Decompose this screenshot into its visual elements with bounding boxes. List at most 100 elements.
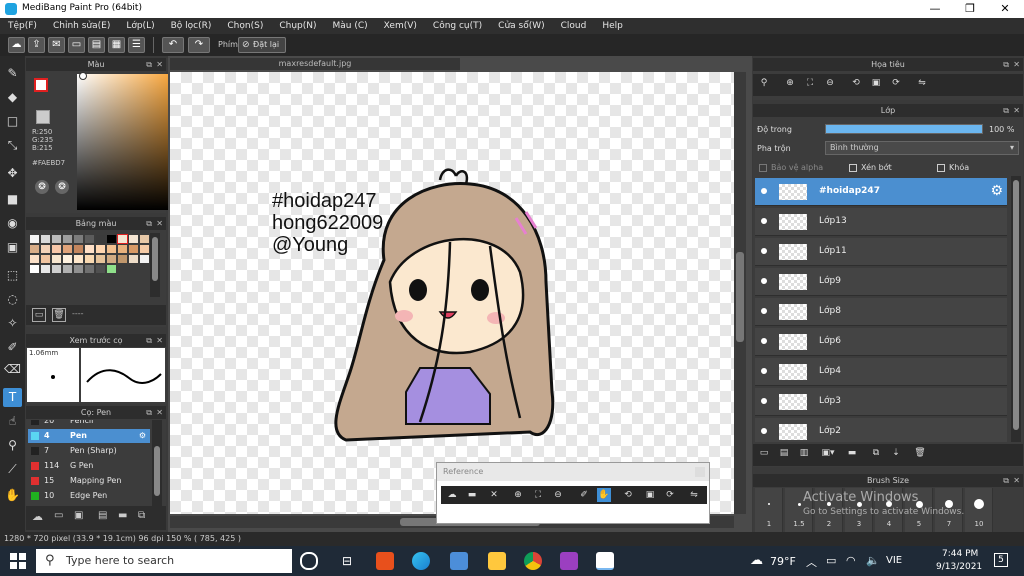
share-icon[interactable]: ⇪ — [28, 37, 45, 53]
brush-list-item[interactable]: 20 Pencil — [28, 420, 150, 428]
duplicate-icon[interactable]: ⧉ — [138, 510, 145, 521]
zoom-out-icon[interactable]: ⊖ — [551, 488, 565, 502]
comment-icon[interactable]: ✉ — [48, 37, 65, 53]
flip-icon[interactable]: ⇋ — [915, 76, 929, 90]
fit-icon[interactable]: ⛶ — [531, 488, 545, 502]
palette-icon[interactable]: ❂ — [35, 180, 49, 194]
sv-picker-handle[interactable] — [79, 72, 87, 80]
grid-icon[interactable]: ▦ — [108, 37, 125, 53]
palette-swatch[interactable] — [140, 255, 149, 263]
move-tool-icon[interactable]: ✥ — [3, 164, 22, 183]
cloud-icon[interactable]: ☁ — [8, 37, 25, 53]
dot-tool-icon[interactable]: □ — [3, 112, 22, 131]
palette-swatch[interactable] — [107, 245, 116, 253]
eyedropper-tool-icon[interactable]: ⚲ — [3, 436, 22, 455]
menu-view[interactable]: Xem(V) — [376, 18, 425, 34]
eye-icon[interactable] — [761, 338, 767, 344]
palette-swatch[interactable] — [74, 255, 83, 263]
expand-icon[interactable]: ⧉ — [146, 58, 152, 71]
palette-swatch[interactable] — [118, 255, 127, 263]
gradient-tool-icon[interactable]: ▣ — [3, 238, 22, 257]
chevron-up-icon[interactable]: ︿ — [806, 554, 817, 570]
select-tool-icon[interactable]: ⬚ — [3, 266, 22, 285]
folder-icon[interactable]: ▬ — [845, 446, 859, 460]
palette-swatch[interactable] — [85, 245, 94, 253]
volume-icon[interactable]: 🔈 — [866, 554, 880, 567]
scrollbar-thumb[interactable] — [152, 237, 158, 281]
gear-icon[interactable]: ⚙ — [139, 429, 146, 443]
menu-tools[interactable]: Công cụ(T) — [425, 18, 490, 34]
eye-icon[interactable] — [761, 278, 767, 284]
palette-swatch[interactable] — [74, 265, 83, 273]
network-icon[interactable]: ▭ — [826, 554, 836, 567]
palette-swatch[interactable] — [41, 255, 50, 263]
palette-swatch[interactable] — [85, 235, 94, 243]
close-panel-icon[interactable]: ✕ — [1013, 104, 1020, 117]
eye-icon[interactable] — [761, 218, 767, 224]
palette-swatch[interactable] — [52, 245, 61, 253]
palette-swatch[interactable] — [96, 235, 105, 243]
palette-swatch[interactable] — [52, 255, 61, 263]
brush-list-item[interactable]: 10 Edge Pen — [28, 489, 150, 503]
reset-view-icon[interactable]: ▣ — [643, 488, 657, 502]
store-icon[interactable] — [450, 552, 468, 570]
undo-icon[interactable]: ↶ — [162, 37, 184, 53]
zoom-icon[interactable]: ⚲ — [757, 76, 771, 90]
scrollbar-thumb[interactable] — [1013, 180, 1019, 430]
palette-swatch[interactable] — [140, 245, 149, 253]
menu-color[interactable]: Màu (C) — [325, 18, 376, 34]
zoom-out-icon[interactable]: ⊖ — [823, 76, 837, 90]
palette-add-icon[interactable]: ❂ — [55, 180, 69, 194]
operation-tool-icon[interactable]: ☝ — [3, 412, 22, 431]
palette-swatch[interactable] — [30, 235, 39, 243]
primary-color-swatch[interactable] — [34, 78, 48, 92]
palette-scrollbar[interactable] — [150, 233, 160, 297]
palette-swatch[interactable] — [85, 255, 94, 263]
close-panel-icon[interactable]: ✕ — [1013, 58, 1020, 71]
brush-size-cell[interactable]: 1 — [755, 488, 783, 534]
medibang-taskbar-icon[interactable] — [596, 552, 614, 570]
weather-icon[interactable]: ☁ — [750, 553, 763, 568]
palette-swatch[interactable] — [30, 245, 39, 253]
palette-swatch[interactable] — [41, 235, 50, 243]
hand-icon[interactable]: ✋ — [597, 488, 611, 502]
cloud-brush-icon[interactable]: ☁ — [32, 510, 43, 523]
palette-swatch[interactable] — [96, 245, 105, 253]
layer-row[interactable]: Lớp13 — [755, 208, 1007, 236]
palette-swatch[interactable] — [107, 235, 116, 243]
rotate-right-icon[interactable]: ⟳ — [663, 488, 677, 502]
flip-icon[interactable]: ⇋ — [687, 488, 701, 502]
palette-swatch[interactable] — [107, 255, 116, 263]
delete-layer-icon[interactable]: 🗑 — [913, 446, 927, 460]
office-icon[interactable] — [376, 552, 394, 570]
stroke-tool-icon[interactable]: ⤡ — [3, 136, 22, 155]
palette-swatch[interactable] — [117, 234, 128, 244]
layer-row[interactable]: #hoidap247 ⚙ — [755, 178, 1007, 206]
menu-help[interactable]: Help — [594, 18, 631, 34]
layer-row[interactable]: Lớp2 — [755, 418, 1007, 442]
palette-swatch[interactable] — [85, 265, 94, 273]
canvas-vscroll[interactable] — [734, 72, 746, 514]
close-panel-icon[interactable]: ✕ — [1013, 474, 1020, 487]
lock-checkbox[interactable] — [937, 164, 945, 172]
expand-icon[interactable]: ⧉ — [146, 406, 152, 419]
close-panel-icon[interactable]: ✕ — [156, 58, 163, 71]
windows-start-icon[interactable] — [10, 553, 26, 569]
file-explorer-icon[interactable] — [488, 552, 506, 570]
rotate-left-icon[interactable]: ⟲ — [621, 488, 635, 502]
eye-icon[interactable] — [761, 398, 767, 404]
magic-wand-icon[interactable]: ✧ — [3, 314, 22, 333]
open-folder-icon[interactable]: ▬ — [465, 488, 479, 502]
menu-edit[interactable]: Chỉnh sửa(E) — [45, 18, 118, 34]
minimize-button[interactable]: — — [920, 1, 950, 17]
palette-swatch[interactable] — [96, 255, 105, 263]
eraser-tool-icon[interactable]: ◆ — [3, 88, 22, 107]
clipping-checkbox[interactable] — [849, 164, 857, 172]
merge-down-icon[interactable]: ⇣ — [889, 446, 903, 460]
menu-window[interactable]: Cửa sổ(W) — [490, 18, 552, 34]
palette-swatch[interactable] — [63, 255, 72, 263]
rotate-left-icon[interactable]: ⟲ — [849, 76, 863, 90]
eye-icon[interactable] — [761, 188, 767, 194]
palette-swatch[interactable] — [107, 265, 116, 273]
new-brush-icon[interactable]: ▭ — [54, 510, 63, 521]
